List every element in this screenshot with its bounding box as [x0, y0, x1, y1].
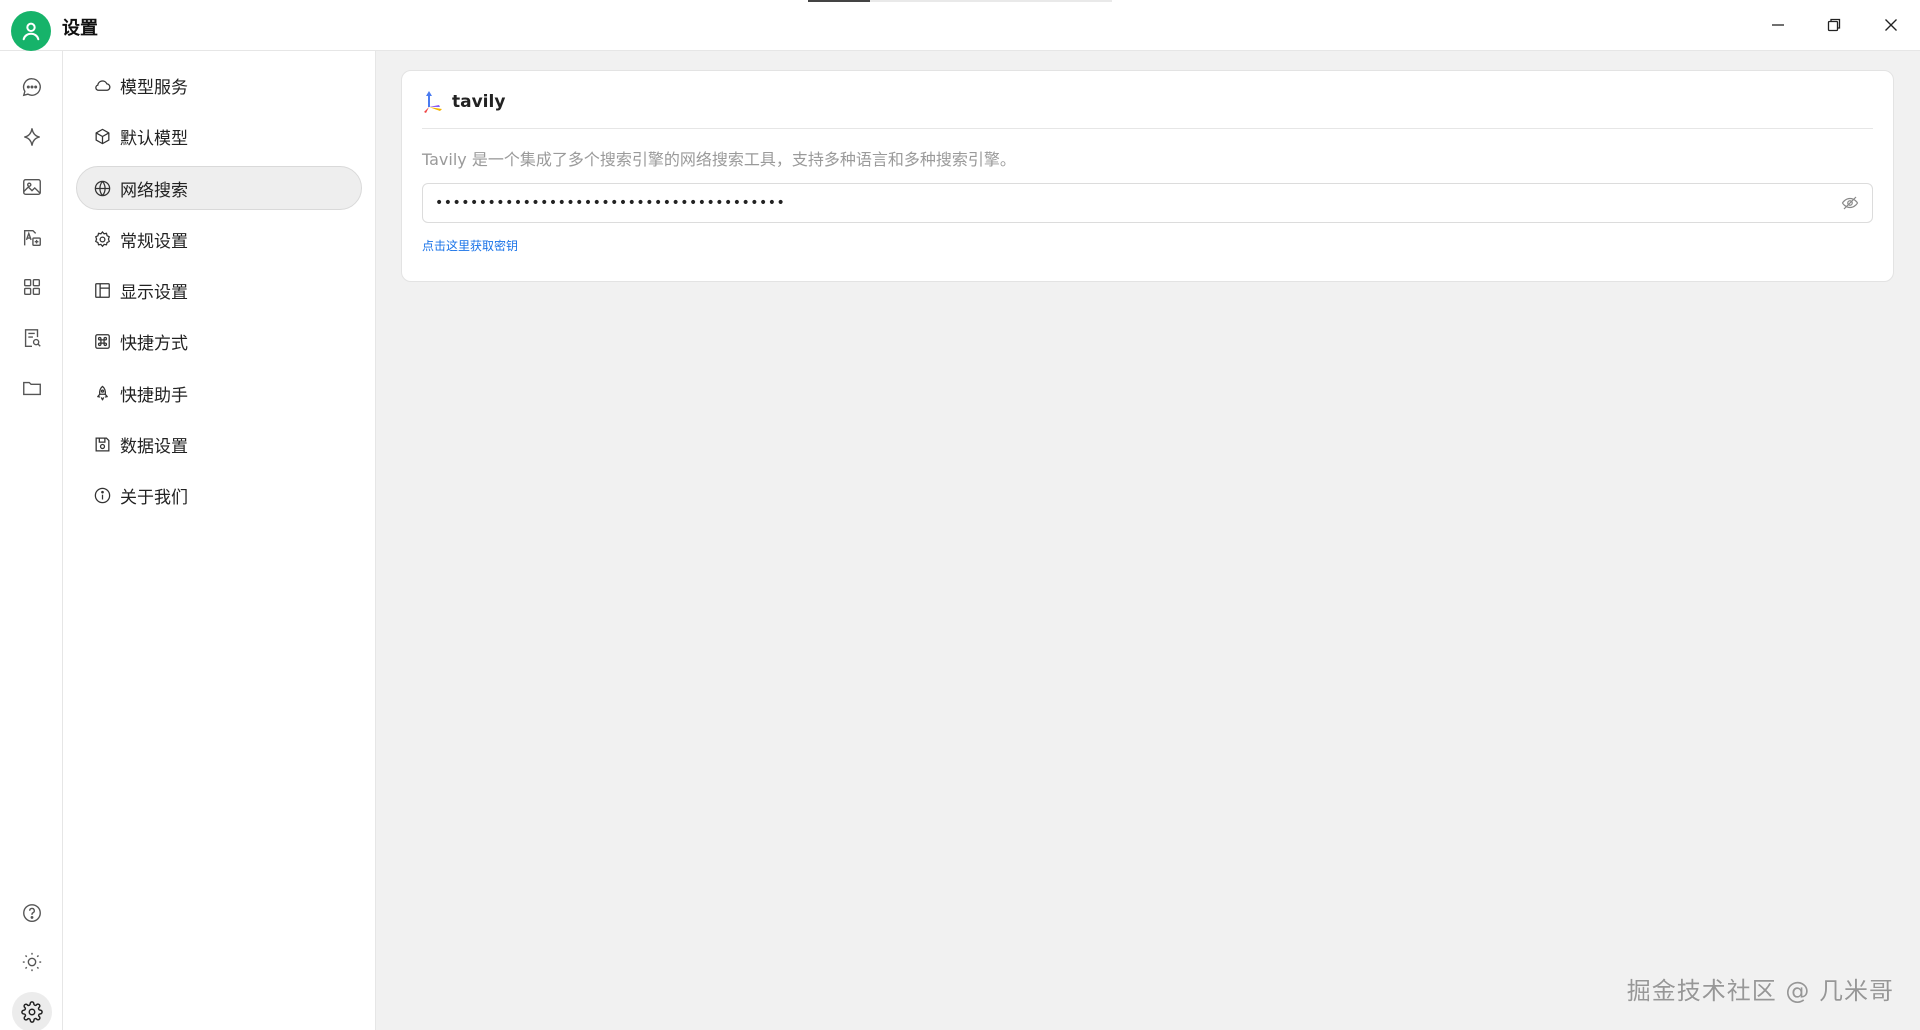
theme-sun-icon [22, 952, 42, 972]
chat-icon [22, 78, 41, 97]
rail-agents-button[interactable] [12, 117, 52, 157]
rail-chat-button[interactable] [12, 67, 52, 107]
document-search-icon [24, 329, 41, 347]
provider-name: tavily [452, 92, 506, 112]
rail-image-button[interactable] [12, 167, 52, 207]
menu-item-label: 快捷方式 [120, 333, 188, 354]
menu-item-data[interactable]: 数据设置 [76, 422, 362, 466]
translate-icon [23, 229, 41, 247]
restore-icon [1827, 18, 1841, 32]
title-bar: 设置 [0, 0, 1920, 51]
image-icon [23, 178, 41, 196]
menu-item-label: 关于我们 [120, 487, 188, 508]
restore-button[interactable] [1811, 5, 1857, 45]
rail-files-button[interactable] [12, 368, 52, 408]
menu-item-label: 默认模型 [120, 128, 188, 149]
layout-icon [91, 279, 113, 301]
rocket-icon [91, 382, 113, 404]
tab-indicator-active [808, 0, 870, 2]
rail-apps-button[interactable] [12, 267, 52, 307]
user-avatar[interactable] [11, 11, 51, 51]
rail-help-button[interactable] [12, 893, 52, 933]
minimize-button[interactable] [1755, 5, 1801, 45]
menu-item-label: 常规设置 [120, 231, 188, 252]
page-title: 设置 [62, 18, 98, 39]
menu-item-default-model[interactable]: 默认模型 [76, 114, 362, 158]
api-key-input[interactable] [435, 184, 1815, 222]
menu-item-label: 网络搜索 [120, 180, 188, 201]
close-icon [1885, 19, 1897, 31]
user-icon [22, 22, 40, 41]
close-button[interactable] [1868, 5, 1914, 45]
menu-item-label: 模型服务 [120, 77, 188, 98]
folder-icon [23, 381, 41, 396]
rail-theme-button[interactable] [12, 942, 52, 982]
visibility-toggle-button[interactable] [1840, 193, 1860, 213]
icon-rail [0, 51, 63, 1030]
tavily-logo-icon [424, 91, 442, 113]
menu-item-general[interactable]: 常规设置 [76, 217, 362, 261]
sparkle-icon [23, 128, 41, 146]
provider-header: tavily [422, 89, 505, 115]
rail-translate-button[interactable] [12, 218, 52, 258]
apps-icon [23, 278, 41, 296]
watermark-text: 掘金技术社区 @ 几米哥 [1626, 977, 1894, 1005]
command-icon [91, 330, 113, 352]
card-divider [422, 128, 1873, 129]
settings-menu: 模型服务 默认模型 网络搜索 常规设置 显示设置 快捷方式 快捷助手 数据设置 … [63, 51, 376, 1030]
menu-item-shortcuts[interactable]: 快捷方式 [76, 319, 362, 363]
menu-item-label: 数据设置 [120, 436, 188, 457]
rail-settings-button[interactable] [12, 992, 52, 1030]
menu-item-label: 显示设置 [120, 282, 188, 303]
menu-item-model-service[interactable]: 模型服务 [76, 63, 362, 107]
provider-card: tavily Tavily 是一个集成了多个搜索引擎的网络搜索工具，支持多种语言… [401, 70, 1894, 282]
globe-icon [91, 177, 113, 199]
app-window: 设置 模型服务 默认模型 网络搜索 常规设置 显示设置 快捷方式 快捷助手 数据… [0, 0, 1920, 1030]
main-content: tavily Tavily 是一个集成了多个搜索引擎的网络搜索工具，支持多种语言… [376, 51, 1920, 1030]
cube-icon [91, 125, 113, 147]
tab-indicator [808, 0, 1112, 2]
save-icon [91, 433, 113, 455]
minimize-icon [1772, 24, 1784, 26]
provider-description: Tavily 是一个集成了多个搜索引擎的网络搜索工具，支持多种语言和多种搜索引擎… [422, 150, 1016, 169]
menu-item-web-search[interactable]: 网络搜索 [76, 166, 362, 210]
rail-knowledge-button[interactable] [12, 318, 52, 358]
help-icon [23, 904, 41, 922]
menu-item-about[interactable]: 关于我们 [76, 473, 362, 517]
eye-off-icon [1841, 196, 1859, 210]
menu-item-label: 快捷助手 [120, 385, 188, 406]
get-api-key-link[interactable]: 点击这里获取密钥 [422, 237, 518, 254]
settings-icon [21, 1001, 43, 1023]
cloud-icon [91, 74, 113, 96]
api-key-field [422, 183, 1873, 223]
info-icon [91, 484, 113, 506]
gear-icon [91, 228, 113, 250]
menu-item-display[interactable]: 显示设置 [76, 268, 362, 312]
menu-item-quick-assistant[interactable]: 快捷助手 [76, 371, 362, 415]
